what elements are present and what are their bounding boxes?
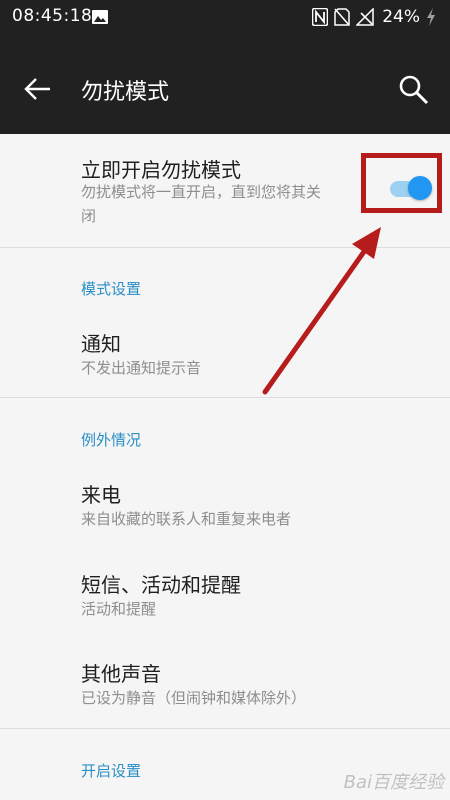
calls-row[interactable]: 来电 来自收藏的联系人和重复来电者 (0, 467, 450, 547)
messages-subtitle: 活动和提醒 (81, 600, 157, 618)
watermark: Bai百度经验 (343, 772, 444, 793)
dnd-now-subtitle-line2: 闭 (81, 207, 97, 225)
dnd-now-subtitle-line1: 勿扰模式将一直开启，直到您将其关 (81, 183, 322, 201)
messages-title: 短信、活动和提醒 (81, 573, 241, 597)
annotation-highlight-box (361, 153, 442, 213)
section-mode-settings: 模式设置 (81, 280, 142, 298)
nfc-icon (312, 8, 329, 26)
divider (0, 247, 450, 248)
notification-row[interactable]: 通知 不发出通知提示音 (0, 316, 450, 396)
settings-list: 立即开启勿扰模式 勿扰模式将一直开启，直到您将其关 闭 模式设置 通知 不发出通… (0, 134, 450, 800)
charging-icon (426, 8, 436, 26)
notification-title: 通知 (81, 332, 121, 356)
messages-row[interactable]: 短信、活动和提醒 活动和提醒 (0, 557, 450, 637)
notification-subtitle: 不发出通知提示音 (81, 359, 202, 377)
other-sounds-subtitle: 已设为静音（但闹钟和媒体除外） (81, 689, 307, 707)
other-sounds-title: 其他声音 (81, 662, 161, 686)
dnd-now-title: 立即开启勿扰模式 (81, 158, 241, 182)
search-button[interactable] (394, 70, 434, 110)
app-bar: 勿扰模式 (0, 36, 450, 134)
other-sounds-row[interactable]: 其他声音 已设为静音（但闹钟和媒体除外） (0, 646, 450, 726)
status-time: 08:45:18 (12, 6, 93, 26)
search-icon (399, 75, 429, 105)
back-arrow-icon (24, 78, 50, 100)
section-exceptions: 例外情况 (81, 431, 142, 449)
calls-subtitle: 来自收藏的联系人和重复来电者 (81, 510, 292, 528)
calls-title: 来电 (81, 483, 121, 507)
divider (0, 728, 450, 729)
status-icons: 24% (312, 6, 436, 28)
gallery-icon (92, 9, 108, 24)
divider (0, 397, 450, 398)
battery-percentage: 24% (382, 7, 420, 27)
page-title: 勿扰模式 (81, 80, 170, 105)
section-start-settings: 开启设置 (81, 762, 142, 780)
back-button[interactable] (20, 72, 56, 106)
no-signal-icon (356, 8, 374, 26)
status-bar: 08:45:18 24% (0, 0, 450, 36)
no-sim-icon (334, 8, 350, 26)
